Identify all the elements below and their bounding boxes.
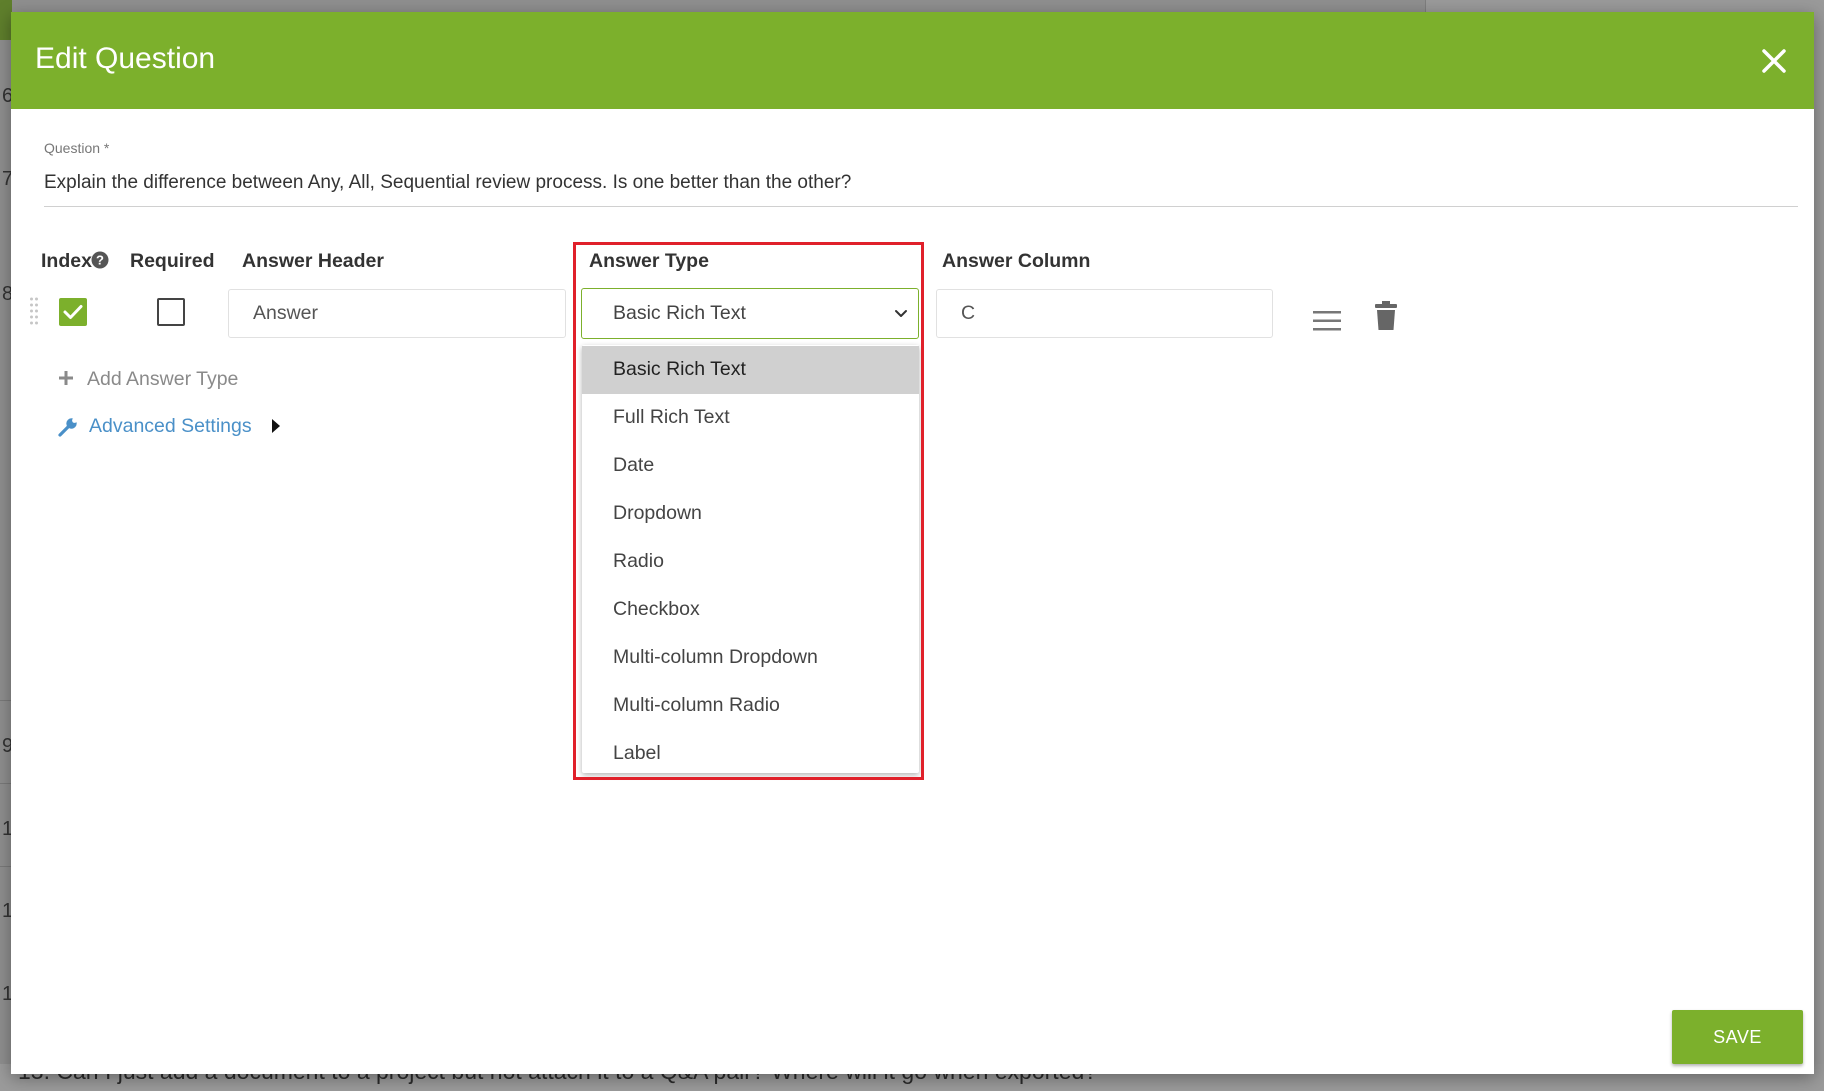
required-checkbox[interactable] [157, 298, 185, 326]
dropdown-option[interactable]: Multi-column Dropdown [582, 634, 919, 682]
plus-icon [59, 371, 73, 385]
answer-type-selected-value: Basic Rich Text [613, 302, 746, 324]
dropdown-option[interactable]: Full Rich Text [582, 394, 919, 442]
answer-type-column-header: Answer Type [589, 250, 709, 272]
reorder-menu-icon[interactable] [1313, 310, 1341, 332]
answer-type-dropdown-menu: Basic Rich Text Full Rich Text Date Drop… [582, 345, 919, 773]
dropdown-option[interactable]: Dropdown [582, 490, 919, 538]
checkmark-icon [63, 305, 83, 319]
svg-text:?: ? [96, 253, 104, 268]
modal-title: Edit Question [35, 42, 216, 75]
question-underline [44, 206, 1798, 207]
edit-question-modal: Edit Question Question * Explain the dif… [11, 12, 1814, 1074]
dropdown-option[interactable]: Radio [582, 538, 919, 586]
drag-handle-icon[interactable] [29, 296, 39, 326]
add-answer-type-label: Add Answer Type [87, 368, 239, 390]
dropdown-option[interactable]: Checkbox [582, 586, 919, 634]
dropdown-option[interactable]: Date [582, 442, 919, 490]
wrench-icon [58, 418, 77, 437]
close-button[interactable] [1758, 45, 1790, 77]
chevron-down-icon [895, 310, 907, 317]
dropdown-option[interactable]: Multi-column Radio [582, 682, 919, 730]
modal-header: Edit Question [11, 12, 1814, 109]
answer-header-column-header: Answer Header [242, 250, 384, 272]
answer-column-input[interactable]: C [936, 289, 1273, 338]
advanced-settings-label: Advanced Settings [89, 415, 252, 437]
question-input[interactable]: Explain the difference between Any, All,… [44, 172, 851, 194]
trash-icon[interactable] [1375, 301, 1397, 331]
dropdown-option[interactable]: Label [582, 730, 919, 778]
answer-type-select[interactable]: Basic Rich Text [581, 288, 919, 339]
caret-right-icon [272, 419, 280, 433]
answer-column-column-header: Answer Column [942, 250, 1091, 272]
help-icon[interactable]: ? [91, 251, 109, 269]
close-icon [1762, 49, 1786, 73]
question-label: Question * [44, 140, 110, 156]
dropdown-option[interactable]: Basic Rich Text [582, 346, 919, 394]
index-checkbox[interactable] [59, 298, 87, 326]
save-button[interactable]: SAVE [1672, 1010, 1803, 1064]
required-column-header: Required [130, 250, 215, 272]
answer-header-input[interactable]: Answer [228, 289, 566, 338]
index-column-header: Index [41, 250, 92, 272]
